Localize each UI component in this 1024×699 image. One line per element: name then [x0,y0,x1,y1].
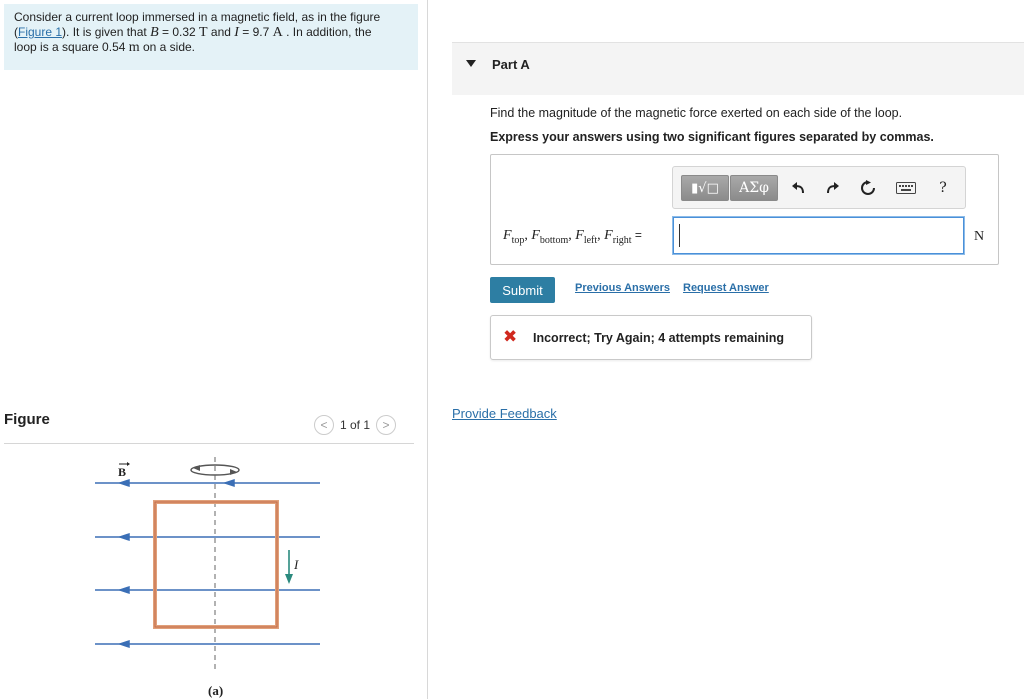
figure-pager: < 1 of 1 > [314,414,397,436]
left-panel: Consider a current loop immersed in a ma… [0,0,427,699]
figure-divider [4,443,414,444]
greek-symbols-button[interactable]: ΑΣφ [730,175,778,201]
incorrect-x-icon: ✖ [503,327,518,347]
figure-caption: (a) [208,683,223,698]
help-icon[interactable]: ? [932,177,954,199]
label-current-I: I [293,557,299,572]
figure-title: Figure [4,411,50,428]
magnetic-field-lines [95,478,320,649]
label-field-B: B [118,465,126,479]
figure-link[interactable]: Figure 1 [18,25,62,39]
figure-page-count: 1 of 1 [340,418,371,432]
problem-text: Consider a current loop immersed in a ma… [14,10,381,24]
problem-statement: Consider a current loop immersed in a ma… [4,4,418,70]
answer-unit: N [974,229,985,244]
prev-figure-button[interactable]: < [314,415,334,435]
figure-current-loop: I B (a) [95,457,320,698]
request-answer-link[interactable]: Request Answer [683,282,769,294]
text-caret [679,224,680,247]
next-figure-button[interactable]: > [376,415,397,435]
instruction-text: Express your answers using two significa… [490,130,934,144]
provide-feedback-link[interactable]: Provide Feedback [452,406,557,421]
equation-label: Ftop, Fbottom, Fleft, Fright = [503,228,642,246]
collapse-triangle-icon[interactable] [466,60,476,67]
question-text: Find the magnitude of the magnetic force… [490,106,903,120]
templates-button[interactable]: ▮√□ [681,175,729,201]
part-header[interactable]: Part A [452,42,1024,95]
answer-box: ▮√□ ΑΣφ ? Ftop, Fbottom, Fleft, Fright =… [490,154,999,265]
previous-answers-link[interactable]: Previous Answers [575,282,670,294]
feedback-text: Incorrect; Try Again; 4 attempts remaini… [533,331,784,345]
answer-input[interactable] [673,217,964,254]
part-label: Part A [492,57,530,72]
current-loop [153,500,279,629]
panel-divider [427,0,428,699]
math-toolbar: ▮√□ ΑΣφ ? [672,166,966,209]
keyboard-icon[interactable] [895,177,917,199]
feedback-message: ✖ Incorrect; Try Again; 4 attempts remai… [490,315,812,360]
redo-icon[interactable] [822,177,844,199]
submit-button[interactable]: Submit [490,277,555,303]
current-arrow-icon [285,550,293,584]
undo-icon[interactable] [787,177,809,199]
reset-icon[interactable] [857,177,879,199]
